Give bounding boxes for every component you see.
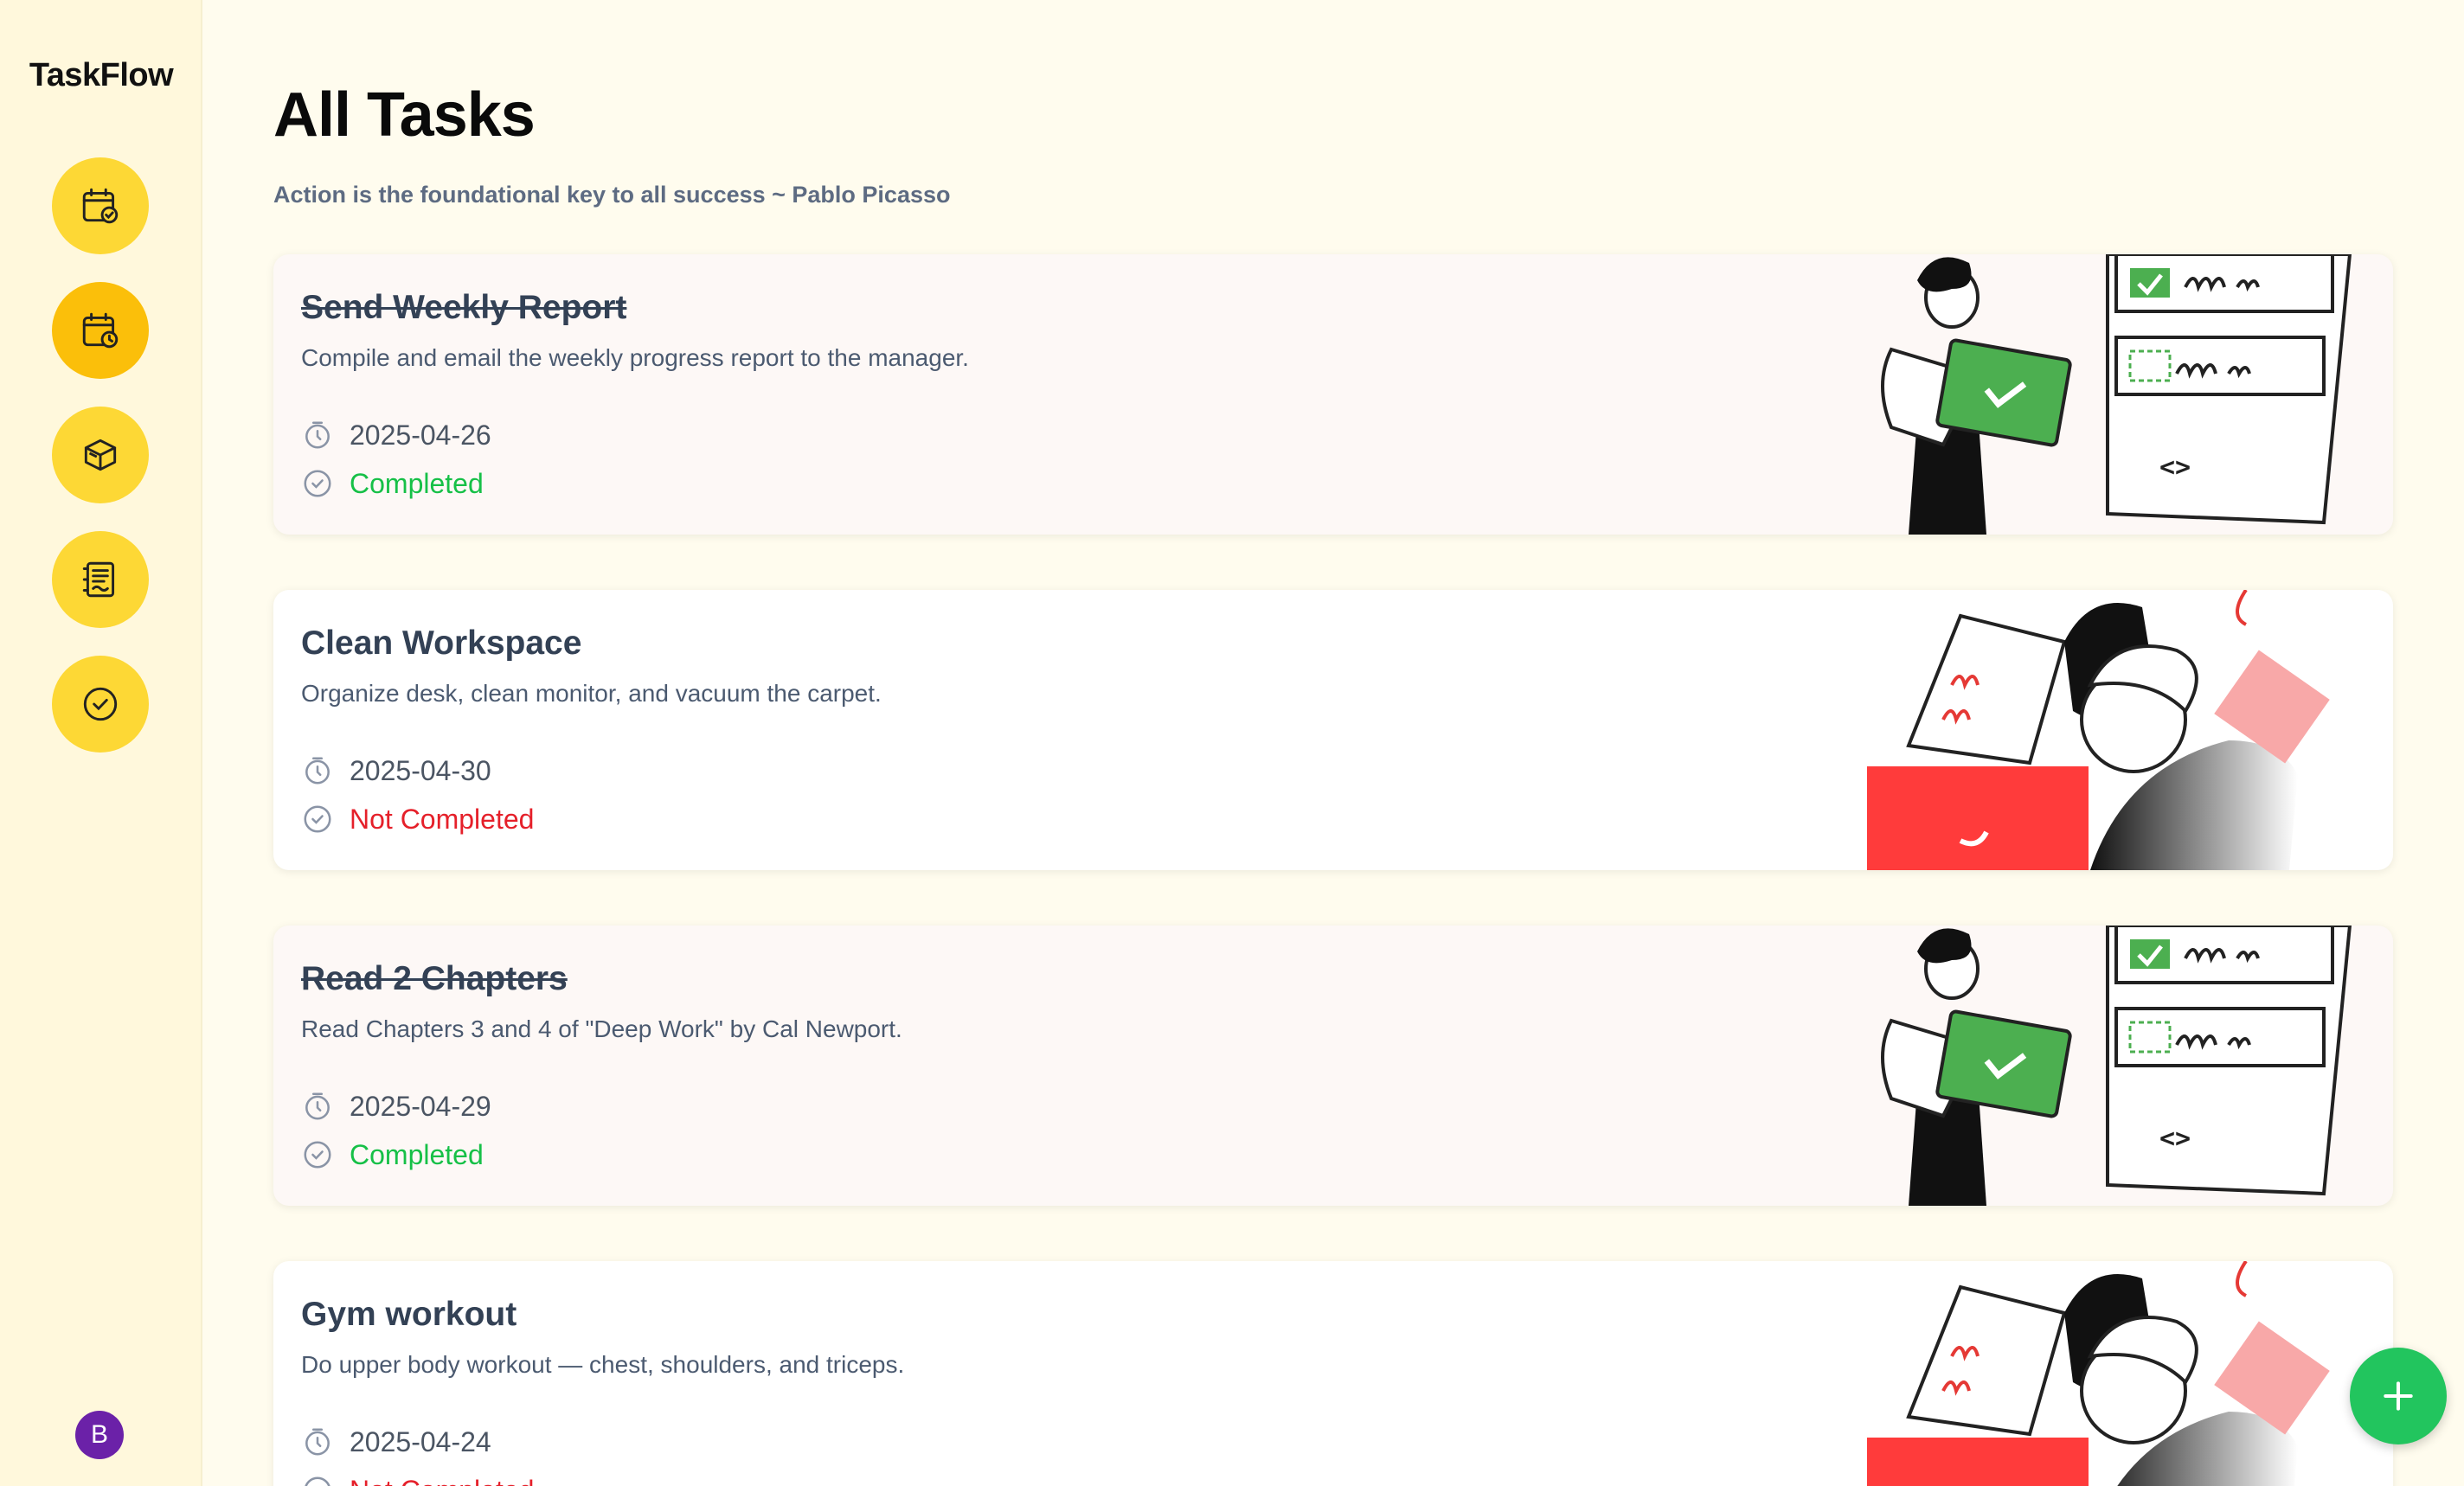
task-date: 2025-04-26 [350, 419, 491, 451]
task-status: Not Completed [350, 803, 535, 835]
user-avatar[interactable]: B [75, 1411, 124, 1459]
task-description: Compile and email the weekly progress re… [301, 344, 969, 371]
task-date-row: 2025-04-29 [301, 1090, 491, 1123]
task-date: 2025-04-30 [350, 754, 491, 786]
nav-calendar-clock-button[interactable] [52, 282, 149, 379]
task-description: Do upper body workout — chest, shoulders… [301, 1351, 905, 1378]
check-circle-icon [83, 687, 118, 721]
task-date: 2025-04-24 [350, 1425, 491, 1457]
calendar-check-icon [82, 188, 119, 224]
task-title: Clean Workspace [301, 625, 582, 662]
task-date-row: 2025-04-24 [301, 1425, 491, 1458]
task-description: Organize desk, clean monitor, and vacuum… [301, 680, 882, 707]
plus-icon [2384, 1381, 2413, 1411]
task-status: Completed [350, 467, 484, 499]
workspace-illustration [1867, 590, 2330, 870]
task-title: Read 2 Chapters [301, 960, 568, 997]
check-circle-icon [304, 1141, 331, 1169]
task-description: Read Chapters 3 and 4 of "Deep Work" by … [301, 1015, 902, 1042]
timer-icon [305, 757, 330, 785]
task-status: Completed [350, 1138, 484, 1170]
motivational-quote: Action is the foundational key to all su… [273, 182, 951, 208]
check-circle-icon [305, 1476, 330, 1486]
task-card[interactable]: Clean Workspace Organize desk, clean mon… [273, 590, 2393, 870]
sidebar: TaskFlow B [0, 0, 202, 1486]
check-circle-icon [304, 805, 331, 833]
app-brand: TaskFlow [29, 57, 174, 93]
checklist-illustration: <> [1881, 254, 2352, 535]
task-status-row: Completed [301, 1138, 484, 1171]
task-status-row: Completed [301, 467, 484, 500]
timer-icon [305, 1428, 330, 1456]
add-task-button[interactable] [2350, 1348, 2447, 1444]
task-status: Not Completed [350, 1475, 534, 1486]
task-status-row: Not Completed [301, 1474, 534, 1486]
svg-text:<>: <> [2159, 452, 2191, 483]
nav-notes-button[interactable] [52, 531, 149, 628]
timer-icon [305, 1092, 330, 1120]
nav-box-button[interactable] [52, 407, 149, 503]
box-icon [84, 439, 117, 471]
task-title: Gym workout [301, 1296, 517, 1333]
notes-icon [82, 561, 115, 598]
main-content: All Tasks Action is the foundational key… [273, 0, 2393, 1486]
timer-icon [305, 421, 330, 449]
svg-text:<>: <> [2159, 1124, 2191, 1154]
task-date: 2025-04-29 [350, 1090, 491, 1122]
nav-check-circle-button[interactable] [52, 656, 149, 753]
task-card[interactable]: Read 2 Chapters Read Chapters 3 and 4 of… [273, 926, 2393, 1206]
task-date-row: 2025-04-26 [301, 419, 491, 452]
task-status-row: Not Completed [301, 803, 534, 836]
task-card[interactable]: Send Weekly Report Compile and email the… [273, 254, 2393, 535]
check-circle-icon [304, 470, 331, 497]
task-title: Send Weekly Report [301, 289, 627, 326]
workspace-illustration [1867, 1261, 2330, 1486]
checklist-illustration: <> [1881, 926, 2352, 1206]
task-card[interactable]: Gym workout Do upper body workout — ches… [273, 1261, 2393, 1486]
calendar-clock-icon [82, 312, 119, 349]
task-date-row: 2025-04-30 [301, 754, 491, 787]
page-title: All Tasks [273, 80, 536, 150]
nav-calendar-check-button[interactable] [52, 157, 149, 254]
